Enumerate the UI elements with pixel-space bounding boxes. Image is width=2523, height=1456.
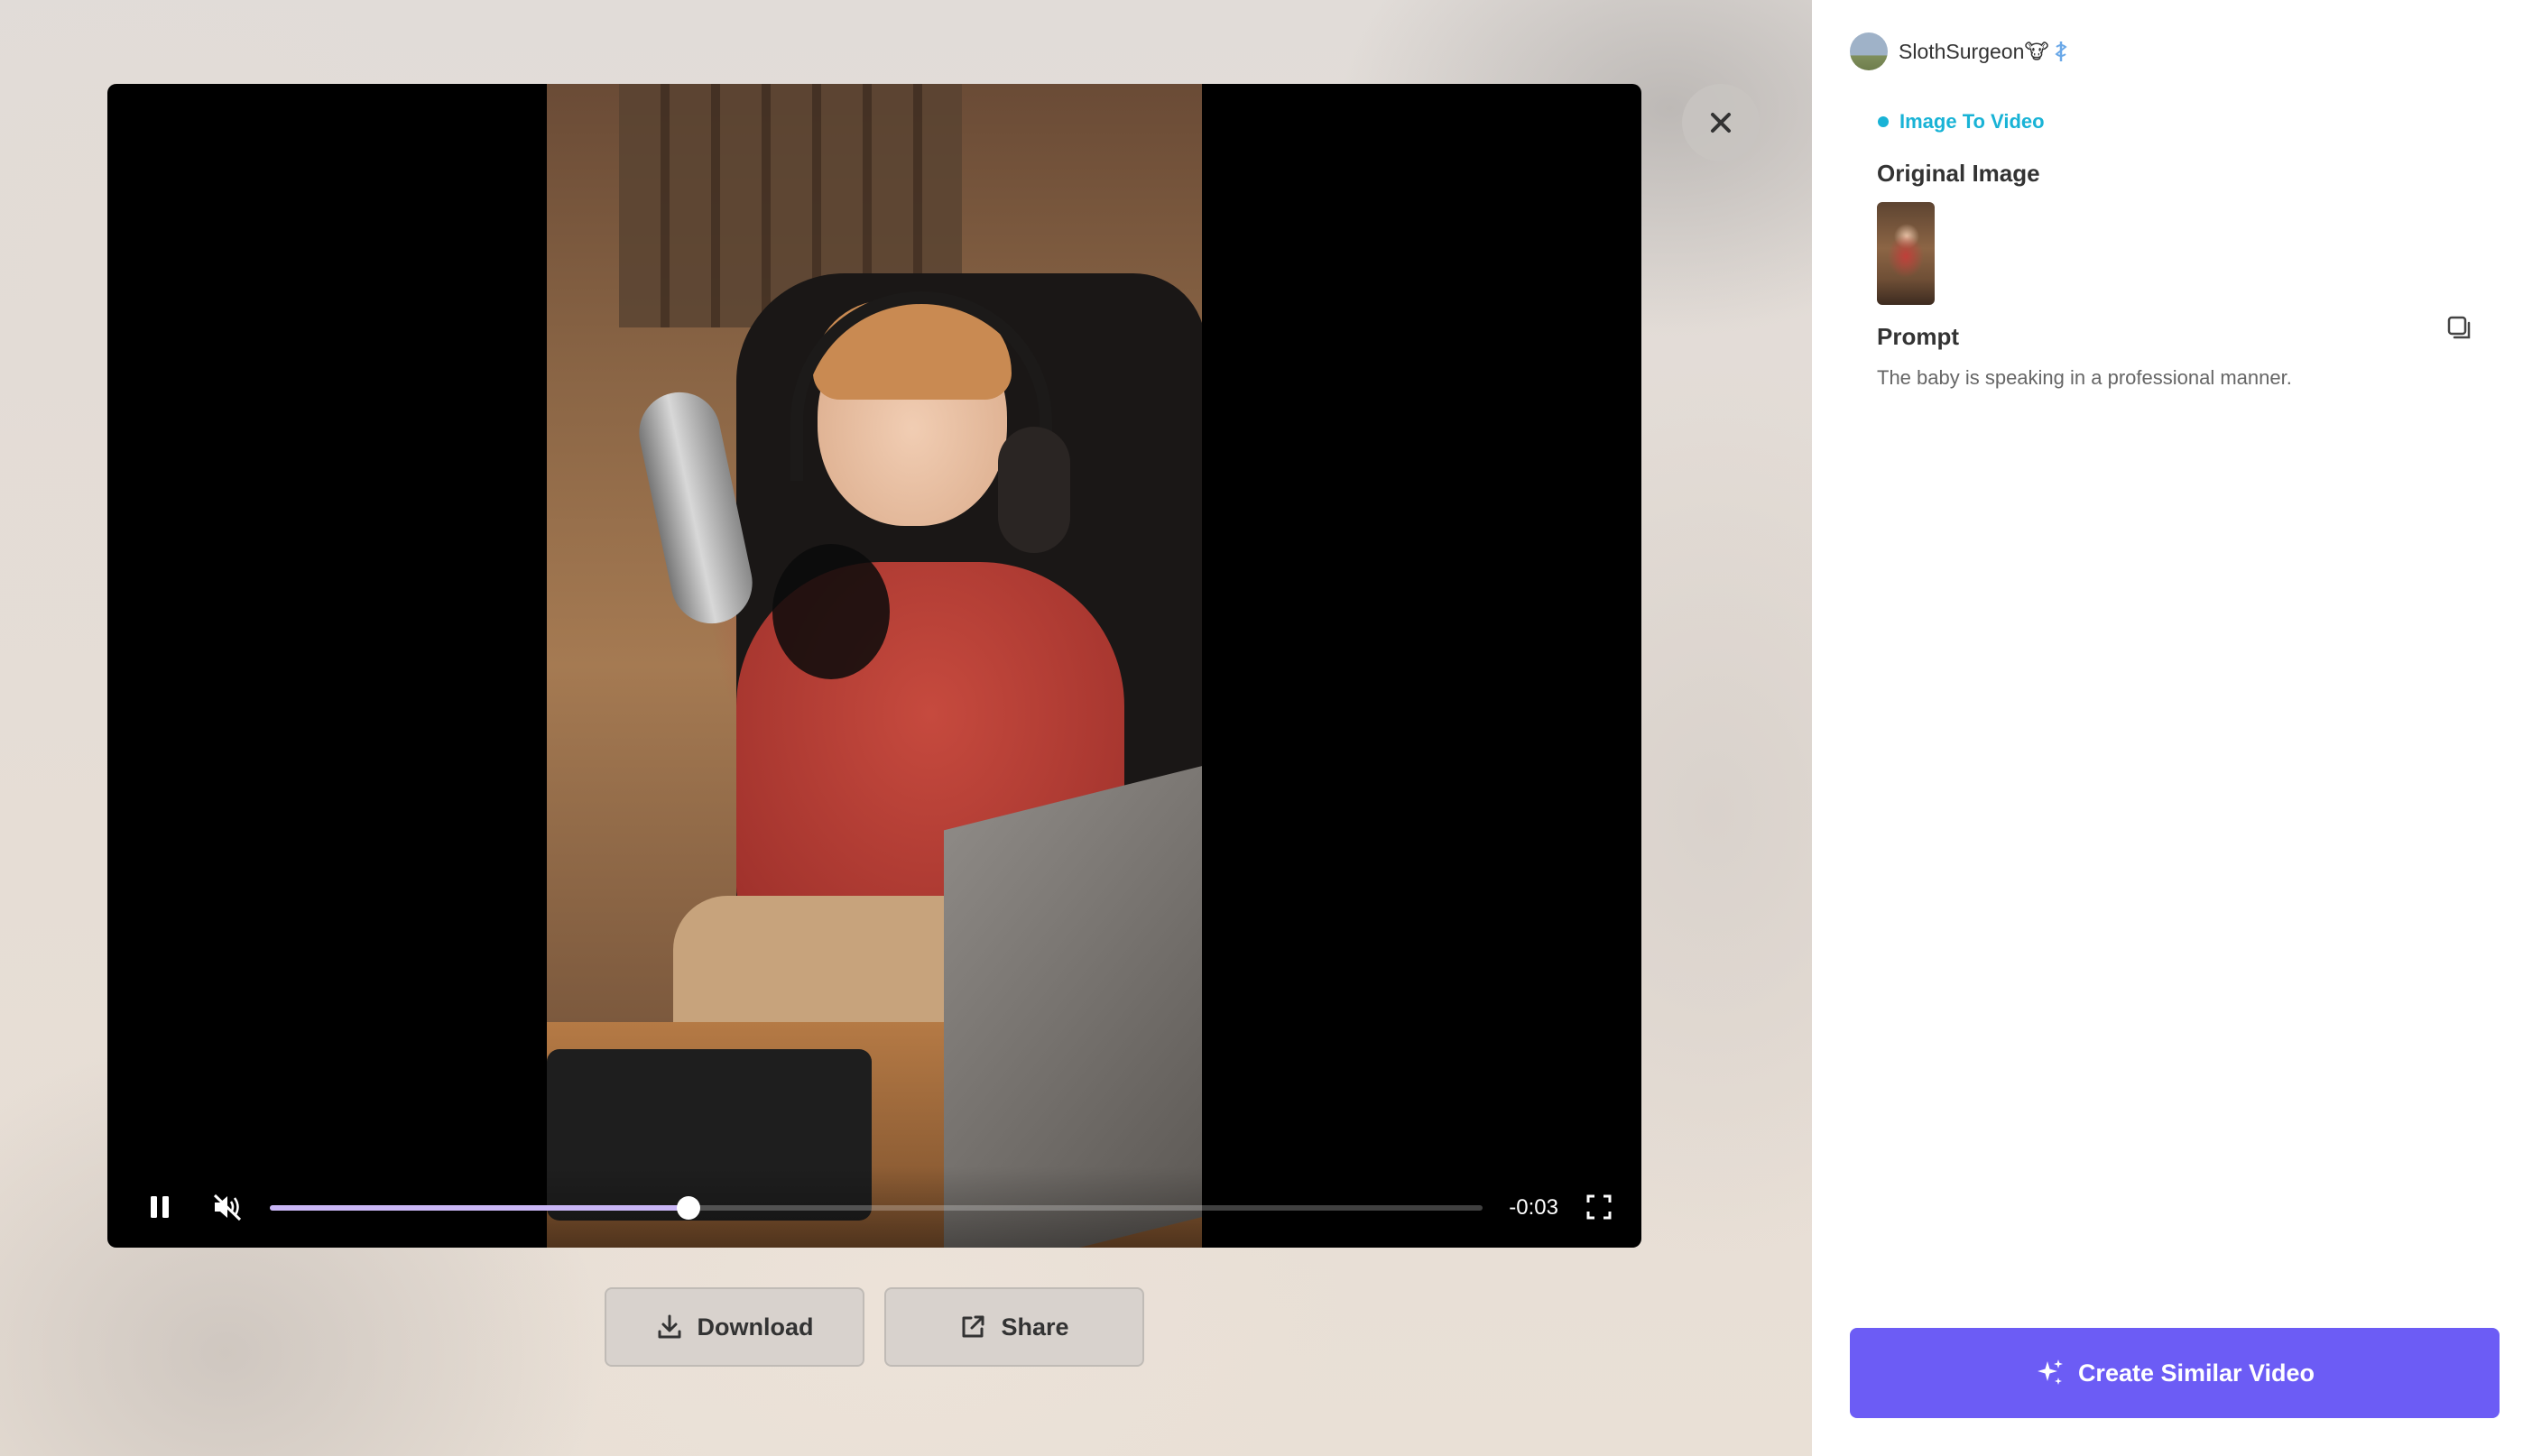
avatar[interactable]: [1850, 32, 1888, 70]
medical-badge-icon: [2053, 40, 2069, 63]
original-image-title: Original Image: [1877, 160, 2040, 187]
tag-label: Image To Video: [1899, 110, 2045, 133]
headphone-cup: [998, 427, 1070, 553]
tag-dot: [1878, 116, 1889, 127]
video-controls: -0:03: [107, 1166, 1641, 1248]
type-tag: Image To Video: [1878, 110, 2045, 134]
sparkle-icon: [2037, 1359, 2063, 1385]
copy-prompt-button[interactable]: [2444, 312, 2476, 345]
close-button[interactable]: [1682, 84, 1760, 161]
volume-muted-icon: [213, 1193, 242, 1221]
pause-icon: [151, 1196, 169, 1218]
copy-icon: [2447, 316, 2471, 339]
mute-button[interactable]: [205, 1184, 250, 1230]
video-player[interactable]: -0:03: [107, 84, 1641, 1248]
create-similar-video-label: Create Similar Video: [2077, 1359, 2315, 1387]
download-button[interactable]: Download: [605, 1287, 864, 1367]
progress-thumb[interactable]: [676, 1196, 700, 1220]
username-emoji: 🐮: [2024, 39, 2049, 63]
prompt-text: The baby is speaking in a professional m…: [1877, 366, 2292, 389]
progress-bar[interactable]: [270, 1196, 1483, 1220]
pause-button[interactable]: [137, 1184, 182, 1230]
share-icon: [962, 1315, 984, 1338]
details-panel: SlothSurgeon🐮 Image To Video Original Im…: [1812, 0, 2523, 1456]
original-image-thumbnail[interactable]: [1877, 202, 1935, 305]
download-label: Download: [697, 1313, 814, 1341]
share-button[interactable]: Share: [884, 1287, 1144, 1367]
create-similar-video-button[interactable]: Create Similar Video: [1850, 1328, 2500, 1418]
close-icon: [1711, 113, 1731, 133]
time-remaining: -0:03: [1509, 1195, 1558, 1220]
username[interactable]: SlothSurgeon🐮: [1899, 40, 2049, 64]
fullscreen-icon: [1586, 1194, 1612, 1220]
fullscreen-button[interactable]: [1576, 1184, 1622, 1230]
share-label: Share: [1001, 1313, 1069, 1341]
video-frame: [547, 84, 1202, 1248]
download-icon: [658, 1314, 680, 1339]
prompt-title: Prompt: [1877, 323, 1959, 350]
user-row: SlothSurgeon🐮: [1850, 32, 2069, 70]
pop-filter: [772, 544, 890, 679]
progress-fill: [270, 1205, 689, 1211]
